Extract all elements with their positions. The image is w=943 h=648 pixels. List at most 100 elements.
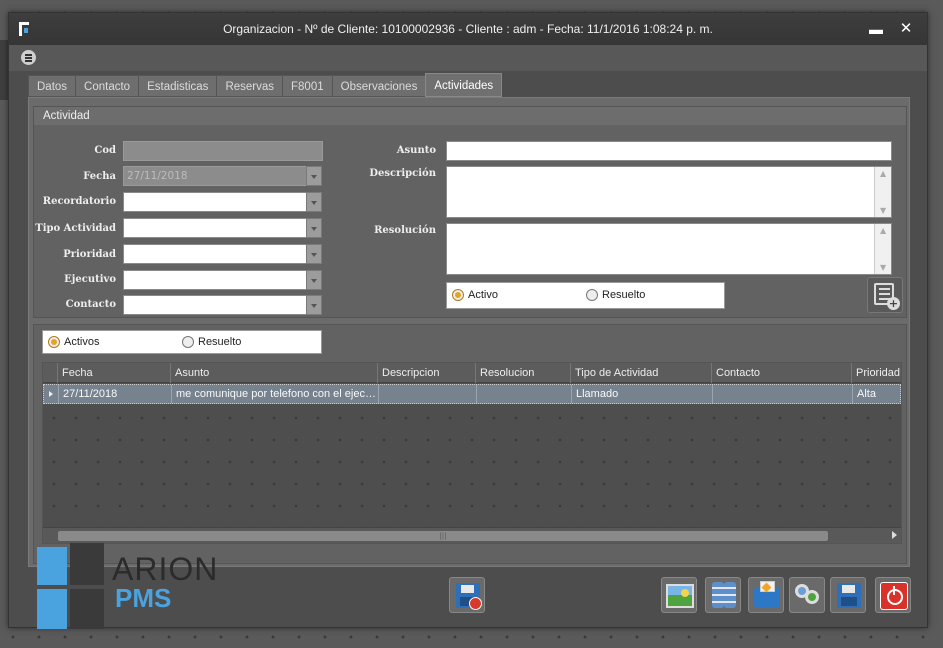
table-row[interactable]: 27/11/2018 me comunique por telefono con… [43, 384, 901, 404]
resuelto-radio[interactable]: Resuelto [586, 289, 645, 301]
minimize-button[interactable]: ▬ [865, 19, 887, 39]
tab-contacto[interactable]: Contacto [75, 75, 139, 97]
logo-product: PMS [115, 583, 172, 613]
tab-estadisticas[interactable]: Estadisticas [138, 75, 217, 97]
actividad-group-title: Actividad [34, 107, 906, 125]
tab-datos[interactable]: Datos [28, 75, 76, 97]
cell-resolucion[interactable] [476, 385, 571, 403]
tab-actividades[interactable]: Actividades [425, 73, 503, 97]
scroll-up-icon[interactable]: ▲ [880, 169, 886, 178]
grid-header: Fecha Asunto Descripcion Resolucion Tipo… [43, 363, 901, 383]
landscape-image-icon [666, 584, 694, 608]
column-header-fecha[interactable]: Fecha [57, 363, 170, 383]
floppy-icon [837, 583, 861, 608]
column-header-prioridad[interactable]: Prioridad [851, 363, 903, 383]
activo-radio[interactable]: Activo [452, 289, 498, 301]
resuelto-radio-label: Resuelto [602, 289, 646, 301]
activos-filter-label: Activos [64, 336, 100, 348]
power-badge-icon [469, 597, 482, 610]
folder-icon [754, 581, 780, 607]
asunto-field[interactable] [446, 141, 892, 161]
organizacion-window: Organizacion - Nº de Cliente: 1010000293… [8, 12, 928, 629]
grid-horizontal-scrollbar[interactable]: ||| [43, 527, 901, 543]
app-icon [19, 22, 29, 36]
scroll-right-icon[interactable] [892, 531, 897, 539]
database-sync-button[interactable] [705, 577, 741, 613]
plus-icon: + [887, 297, 900, 310]
actividades-page: Actividad Cod Fecha 27/11/2018 Recordato… [28, 97, 910, 567]
fecha-label: Fecha [83, 171, 116, 182]
asunto-label: Asunto [396, 145, 436, 156]
recordatorio-label: Recordatorio [42, 196, 116, 207]
cod-label: Cod [94, 145, 116, 156]
radio-selected-icon [48, 336, 60, 348]
activities-list-panel: Activos Resuelto Fecha Asunto Descripcio… [33, 324, 907, 564]
fecha-dropdown-icon[interactable] [306, 166, 322, 186]
save-close-button[interactable] [449, 577, 485, 613]
scroll-down-icon[interactable]: ▼ [880, 263, 886, 272]
desktop-strip [0, 40, 8, 100]
prioridad-field[interactable] [123, 244, 322, 264]
resolucion-label: Resolución [374, 225, 436, 236]
search-button[interactable] [789, 577, 825, 613]
cell-contacto[interactable] [712, 385, 852, 403]
image-button[interactable] [661, 577, 697, 613]
ejecutivo-dropdown-icon[interactable] [306, 270, 322, 290]
exit-button[interactable] [875, 577, 911, 613]
recordatorio-field[interactable] [123, 192, 322, 212]
filter-radio-group: Activos Resuelto [42, 330, 322, 354]
tab-f8001[interactable]: F8001 [282, 75, 332, 97]
activos-filter-radio[interactable]: Activos [48, 336, 99, 348]
fecha-field[interactable]: 27/11/2018 [123, 166, 322, 186]
tab-reservas[interactable]: Reservas [216, 75, 283, 97]
tipo-actividad-dropdown-icon[interactable] [306, 218, 322, 238]
database-icon [712, 582, 724, 608]
close-button[interactable]: ✕ [895, 19, 917, 39]
prioridad-label: Prioridad [63, 249, 116, 260]
contacto-field[interactable] [123, 295, 322, 315]
ejecutivo-field[interactable] [123, 270, 322, 290]
recordatorio-dropdown-icon[interactable] [306, 192, 322, 212]
add-activity-button[interactable]: + [867, 277, 903, 313]
resuelto-filter-label: Resuelto [198, 336, 242, 348]
open-folder-button[interactable] [748, 577, 784, 613]
column-header-asunto[interactable]: Asunto [170, 363, 377, 383]
descripcion-textarea[interactable]: ▲ ▼ [446, 166, 892, 218]
fecha-value: 27/11/2018 [127, 170, 188, 182]
radio-unselected-icon [586, 289, 598, 301]
save-button[interactable] [830, 577, 866, 613]
window-title: Organizacion - Nº de Cliente: 1010000293… [223, 22, 713, 36]
activo-radio-label: Activo [468, 289, 498, 301]
column-header-descripcion[interactable]: Descripcion [377, 363, 475, 383]
resolucion-scrollbar[interactable]: ▲ ▼ [874, 224, 891, 274]
resuelto-filter-radio[interactable]: Resuelto [182, 336, 241, 348]
cell-prioridad[interactable]: Alta [852, 385, 904, 403]
cell-tipo-actividad[interactable]: Llamado [571, 385, 712, 403]
window-toolbar [9, 45, 927, 71]
scroll-up-icon[interactable]: ▲ [880, 226, 886, 235]
descripcion-scrollbar[interactable]: ▲ ▼ [874, 167, 891, 217]
resolucion-textarea[interactable]: ▲ ▼ [446, 223, 892, 275]
cell-fecha[interactable]: 27/11/2018 [58, 385, 171, 403]
scrollbar-thumb[interactable]: ||| [58, 531, 828, 541]
menu-icon[interactable] [21, 50, 36, 65]
tab-strip: Datos Contacto Estadisticas Reservas F80… [28, 73, 503, 97]
contacto-dropdown-icon[interactable] [306, 295, 322, 315]
actividad-group: Actividad Cod Fecha 27/11/2018 Recordato… [33, 106, 907, 318]
cod-field [123, 141, 323, 161]
power-icon [880, 582, 908, 610]
column-header-resolucion[interactable]: Resolucion [475, 363, 570, 383]
title-bar[interactable]: Organizacion - Nº de Cliente: 1010000293… [9, 13, 927, 45]
contacto-label: Contacto [65, 299, 116, 310]
arion-pms-logo: ARION PMS [37, 543, 247, 633]
column-header-tipo-actividad[interactable]: Tipo de Actividad [570, 363, 711, 383]
scroll-down-icon[interactable]: ▼ [880, 206, 886, 215]
prioridad-dropdown-icon[interactable] [306, 244, 322, 264]
cell-asunto[interactable]: me comunique por telefono con el ejec… [171, 385, 378, 403]
cell-descripcion[interactable] [378, 385, 476, 403]
tipo-actividad-field[interactable] [123, 218, 322, 238]
column-header-contacto[interactable]: Contacto [711, 363, 851, 383]
tipo-actividad-label: Tipo Actividad [35, 223, 116, 234]
ejecutivo-label: Ejecutivo [64, 274, 116, 285]
tab-observaciones[interactable]: Observaciones [331, 75, 426, 97]
